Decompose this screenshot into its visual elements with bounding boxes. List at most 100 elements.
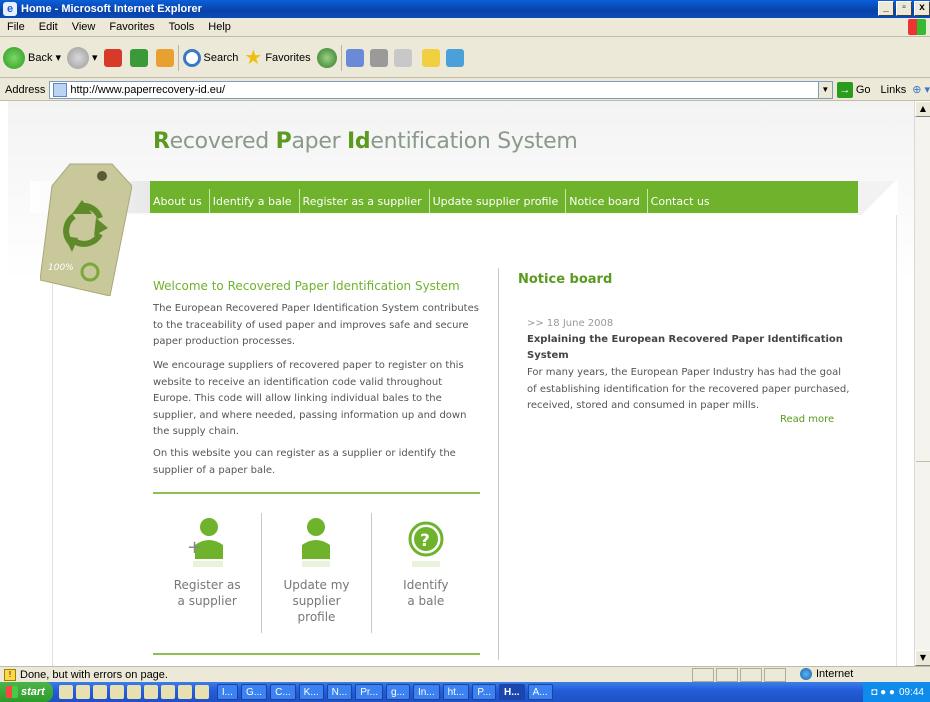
favorites-button[interactable]: ★ Favorites xyxy=(244,45,310,70)
print-icon[interactable] xyxy=(369,48,388,67)
forward-dropdown-icon[interactable]: ▾ xyxy=(92,51,98,64)
menu-file[interactable]: File xyxy=(0,21,32,33)
windows-flag-icon xyxy=(6,686,18,698)
status-bar: ! Done, but with errors on page. Interne… xyxy=(0,666,930,682)
menu-view[interactable]: View xyxy=(65,21,103,33)
links-button[interactable]: Links xyxy=(881,84,907,96)
ql-word-icon[interactable] xyxy=(109,685,124,699)
scroll-down-icon[interactable]: ▼ xyxy=(915,650,930,666)
home-icon[interactable] xyxy=(155,48,174,67)
welcome-paragraph-3: On this website you can register as a su… xyxy=(153,448,456,476)
task-button[interactable]: G... xyxy=(240,684,268,700)
welcome-title: Welcome to Recovered Paper Identificatio… xyxy=(153,279,460,293)
nav-contact-us[interactable]: Contact us xyxy=(646,189,717,213)
system-tray: ◘ ● ● 09:44 xyxy=(863,682,930,702)
edit-icon[interactable] xyxy=(393,48,412,67)
task-button[interactable]: In... xyxy=(412,684,440,700)
task-button[interactable]: K... xyxy=(298,684,324,700)
svg-text:+: + xyxy=(187,537,202,558)
address-input[interactable]: http://www.paperrecovery-id.eu/ ▼ xyxy=(49,80,833,99)
address-bar: Address http://www.paperrecovery-id.eu/ … xyxy=(0,79,930,101)
toolbar-separator xyxy=(340,44,342,71)
restore-button[interactable]: ▫ xyxy=(896,1,912,16)
page-viewport: Recovered Paper Identification System Ab… xyxy=(0,101,914,666)
task-button[interactable]: N... xyxy=(326,684,353,700)
nav-about-us[interactable]: About us xyxy=(150,189,209,213)
scroll-thumb[interactable] xyxy=(916,461,930,462)
ql-acrobat-icon[interactable] xyxy=(92,685,107,699)
notice-board-title: Notice board xyxy=(518,272,613,287)
menu-help[interactable]: Help xyxy=(201,21,238,33)
welcome-paragraph-1: The European Recovered Paper Identificat… xyxy=(153,303,479,347)
register-supplier-action[interactable]: + Register as a supplier xyxy=(153,513,261,633)
back-button[interactable]: Back ▾ xyxy=(3,46,61,69)
menu-edit[interactable]: Edit xyxy=(32,21,65,33)
column-divider xyxy=(498,268,499,660)
ql-folder-icon[interactable] xyxy=(194,685,209,699)
read-more-link[interactable]: Read more xyxy=(780,414,834,425)
nav-register-supplier[interactable]: Register as a supplier xyxy=(298,189,429,213)
toolbar-separator xyxy=(177,44,179,71)
menu-favorites[interactable]: Favorites xyxy=(102,21,161,33)
notice-text: For many years, the European Paper Indus… xyxy=(527,367,850,411)
ql-ie-icon[interactable] xyxy=(75,685,90,699)
tray-icons[interactable]: ◘ ● ● xyxy=(871,687,895,698)
scroll-up-icon[interactable]: ▲ xyxy=(915,101,930,117)
welcome-paragraph-2: We encourage suppliers of recovered pape… xyxy=(153,360,467,437)
task-button[interactable]: g... xyxy=(386,684,410,700)
window-titlebar[interactable]: e Home - Microsoft Internet Explorer _ ▫… xyxy=(0,0,930,18)
address-dropdown-icon[interactable]: ▼ xyxy=(817,81,832,98)
task-button[interactable]: A... xyxy=(527,684,553,700)
links-icon[interactable]: ⊕ ▾ xyxy=(912,83,930,96)
task-button[interactable]: C... xyxy=(270,684,296,700)
nav-update-profile[interactable]: Update supplier profile xyxy=(428,189,566,213)
mail-icon[interactable] xyxy=(345,48,364,67)
menu-tools[interactable]: Tools xyxy=(162,21,202,33)
start-button[interactable]: start xyxy=(0,682,53,702)
svg-text:?: ? xyxy=(420,531,430,551)
ql-ppt-icon[interactable] xyxy=(126,685,141,699)
back-dropdown-icon[interactable]: ▾ xyxy=(55,51,61,64)
messenger-icon[interactable] xyxy=(445,48,464,67)
identify-bale-action[interactable]: ? Identify a bale xyxy=(370,513,480,633)
vertical-scrollbar[interactable]: ▲ ▼ xyxy=(914,101,930,666)
update-action-label: Update my supplier profile xyxy=(283,578,350,624)
task-button[interactable]: ht... xyxy=(442,684,470,700)
back-arrow-icon xyxy=(3,46,25,69)
go-button[interactable]: → Go xyxy=(836,81,871,98)
search-button[interactable]: Search xyxy=(182,48,239,67)
task-button-active[interactable]: H... xyxy=(499,684,525,700)
security-zone: Internet xyxy=(800,668,853,680)
start-label: start xyxy=(21,686,45,698)
add-user-icon: + xyxy=(153,513,261,569)
task-button[interactable]: P... xyxy=(472,684,497,700)
recycle-tag-logo: 100% xyxy=(40,163,132,296)
ql-excel-icon[interactable] xyxy=(143,685,158,699)
nav-notice-board[interactable]: Notice board xyxy=(565,189,646,213)
history-icon[interactable] xyxy=(316,47,337,68)
quick-launch xyxy=(58,685,209,699)
address-label: Address xyxy=(5,83,46,96)
task-button[interactable]: Pr... xyxy=(355,684,384,700)
notice-headline[interactable]: Explaining the European Recovered Paper … xyxy=(527,332,847,364)
close-button[interactable]: x xyxy=(914,1,930,16)
warning-icon[interactable]: ! xyxy=(4,668,16,681)
task-button[interactable]: I... xyxy=(216,684,238,700)
ql-messenger-icon[interactable] xyxy=(177,685,192,699)
update-profile-action[interactable]: Update my supplier profile xyxy=(261,513,370,633)
nav-identify-bale[interactable]: Identify a bale xyxy=(208,189,299,213)
favorites-star-icon: ★ xyxy=(244,47,263,69)
status-cells xyxy=(692,668,788,682)
stop-icon[interactable] xyxy=(103,48,122,67)
refresh-icon[interactable] xyxy=(129,48,148,67)
task-buttons: I... G... C... K... N... Pr... g... In..… xyxy=(216,684,553,700)
search-label: Search xyxy=(203,51,239,64)
minimize-button[interactable]: _ xyxy=(878,1,894,16)
status-text: Done, but with errors on page. xyxy=(20,668,168,681)
clock: 09:44 xyxy=(898,686,924,698)
forward-button[interactable]: ▾ xyxy=(67,46,98,69)
ql-app-icon[interactable] xyxy=(160,685,175,699)
notes-icon[interactable] xyxy=(421,48,440,67)
ql-desktop-icon[interactable] xyxy=(58,685,73,699)
question-icon: ? xyxy=(372,513,480,569)
